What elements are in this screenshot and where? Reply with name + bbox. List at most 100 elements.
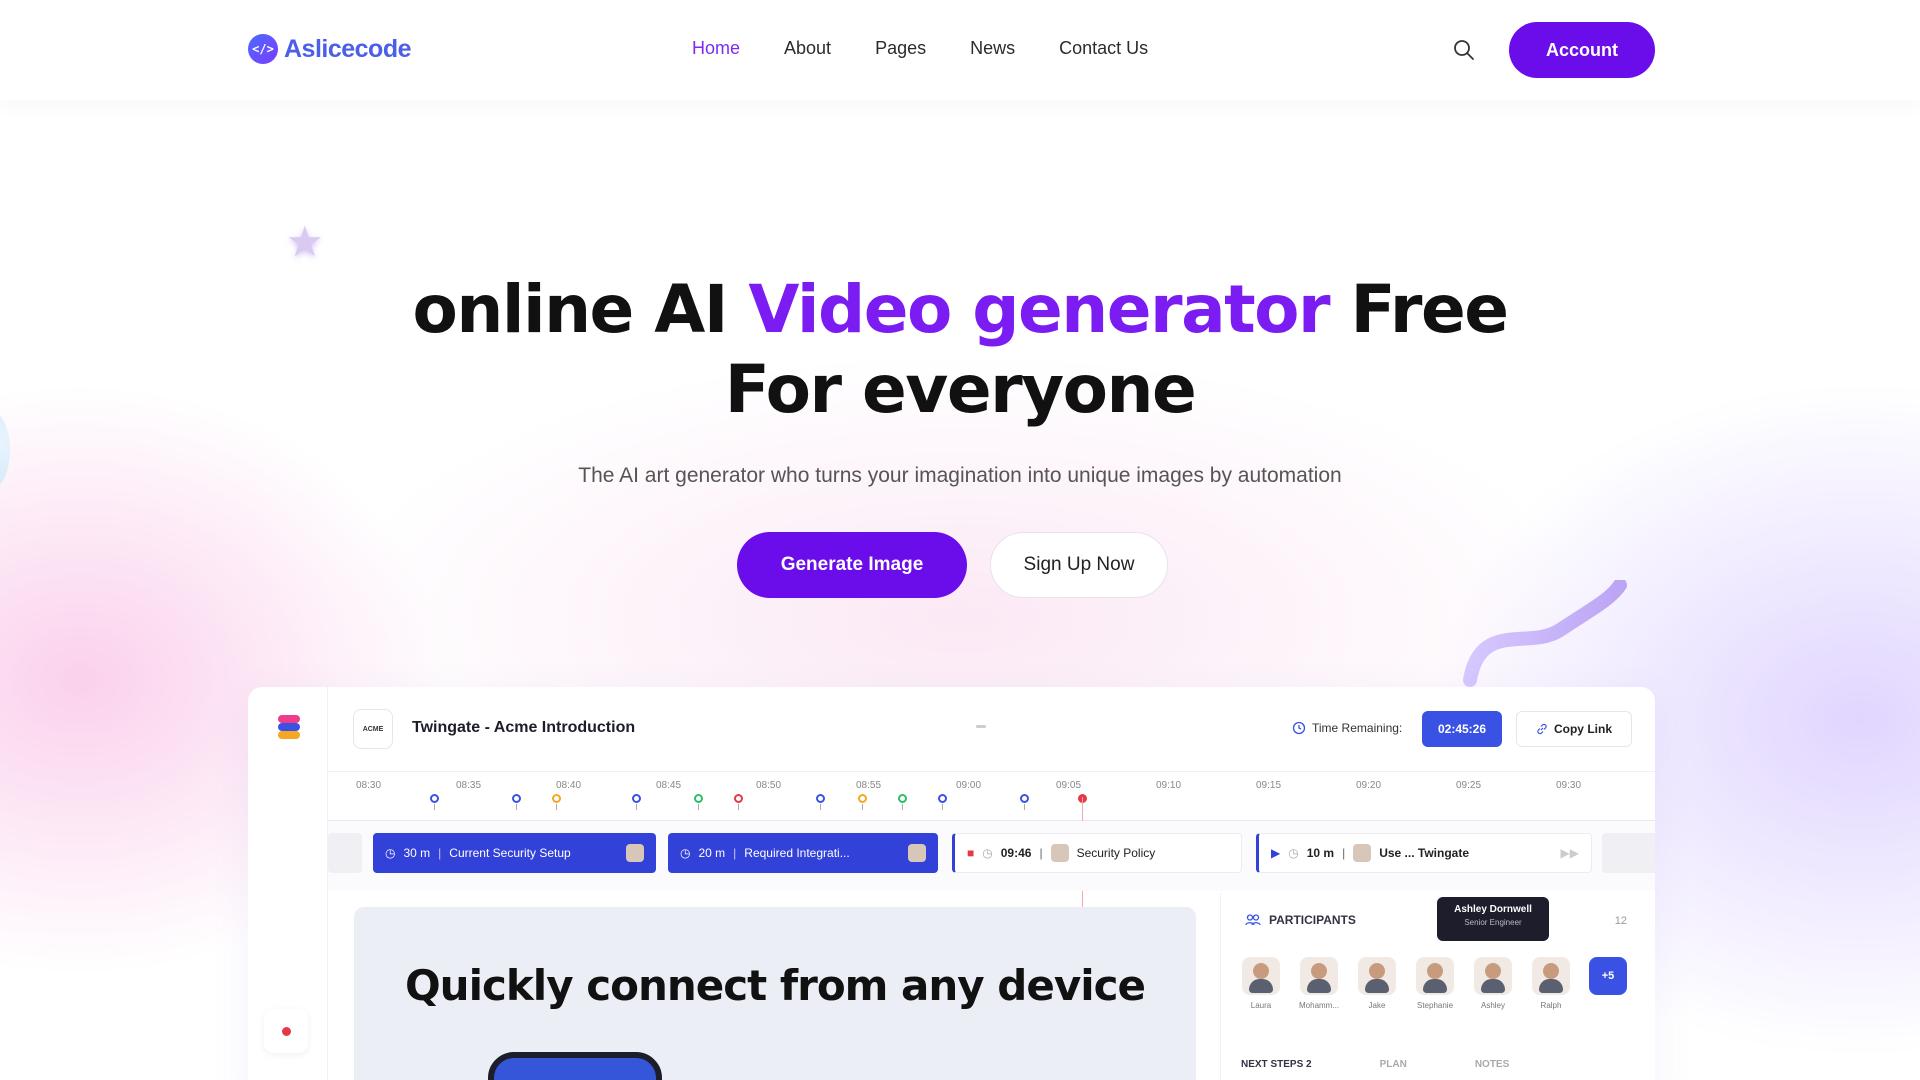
- agenda-segment[interactable]: ◷ 20 m | Required Integrati...: [668, 833, 938, 873]
- timeline-marker[interactable]: [552, 794, 561, 810]
- tick-label: 08:45: [656, 780, 682, 791]
- tick-label: 09:05: [1056, 780, 1082, 791]
- agenda-segment[interactable]: ▶ ◷ 10 m | Use ... Twingate ▶▶: [1256, 833, 1592, 873]
- participant-name: Ashley: [1480, 1001, 1505, 1010]
- timeline-ruler[interactable]: 08:30 08:35 08:40 08:45 08:50 08:55 09:0…: [328, 771, 1655, 821]
- more-participants-button[interactable]: +5: [1589, 957, 1627, 995]
- tick-label: 09:20: [1356, 780, 1382, 791]
- tick-label: 08:55: [856, 780, 882, 791]
- tab-notes[interactable]: NOTES: [1475, 1059, 1509, 1070]
- participant-name: Stephanie: [1416, 1001, 1454, 1010]
- avatar: [1242, 957, 1280, 995]
- nav-home[interactable]: Home: [692, 38, 740, 59]
- sign-up-button[interactable]: Sign Up Now: [990, 532, 1168, 598]
- more-dots-icon[interactable]: [976, 725, 986, 728]
- timeline-marker[interactable]: [734, 794, 743, 810]
- segment-placeholder: [328, 833, 362, 873]
- tick-label: 09:30: [1556, 780, 1582, 791]
- participant-tooltip: Ashley Dornwell Senior Engineer: [1437, 897, 1549, 941]
- timeline-marker[interactable]: [632, 794, 641, 810]
- segment-placeholder: [1602, 833, 1655, 873]
- time-remaining: Time Remaining:: [1292, 721, 1402, 735]
- content-heading: Quickly connect from any device: [404, 961, 1146, 1010]
- avatar: [1532, 957, 1570, 995]
- hero-subtitle: The AI art generator who turns your imag…: [578, 464, 1342, 487]
- nav-about[interactable]: About: [784, 38, 831, 59]
- tick-label: 09:10: [1156, 780, 1182, 791]
- timeline-marker[interactable]: [430, 794, 439, 810]
- hero-title: online AI Video generator Free For every…: [0, 270, 1920, 430]
- participants-title: PARTICIPANTS: [1269, 913, 1356, 927]
- timeline-marker[interactable]: [858, 794, 867, 810]
- avatar: [1300, 957, 1338, 995]
- participant[interactable]: Ashley: [1473, 957, 1513, 1010]
- dashboard-sidebar: [248, 687, 328, 1080]
- meeting-title: Twingate - Acme Introduction: [412, 719, 636, 736]
- link-icon: [1537, 723, 1547, 735]
- hero-title-part1: online AI: [412, 271, 749, 348]
- record-button[interactable]: [264, 1009, 308, 1053]
- timeline-marker[interactable]: [816, 794, 825, 810]
- clock-icon: ◷: [1288, 846, 1299, 860]
- timeline-marker[interactable]: [512, 794, 521, 810]
- fast-forward-icon[interactable]: ▶▶: [1561, 846, 1579, 860]
- copy-link-button[interactable]: Copy Link: [1516, 711, 1632, 747]
- participant[interactable]: Ralph: [1531, 957, 1571, 1010]
- segment-separator: |: [1342, 846, 1346, 860]
- brand-name: Aslicecode: [284, 34, 412, 63]
- participant-name: Jake: [1368, 1001, 1386, 1010]
- tick-label: 08:30: [356, 780, 382, 791]
- stop-icon[interactable]: ■: [967, 846, 974, 860]
- participant[interactable]: Stephanie: [1415, 957, 1455, 1010]
- next-steps-count: 2: [1306, 1059, 1312, 1070]
- participant[interactable]: Jake: [1357, 957, 1397, 1010]
- segment-separator: |: [438, 846, 442, 860]
- participant[interactable]: Laura: [1241, 957, 1281, 1010]
- segment-title: Required Integrati...: [744, 846, 850, 860]
- search-icon[interactable]: [1452, 38, 1476, 62]
- segment-title: Current Security Setup: [449, 846, 571, 860]
- participant[interactable]: Mohamm...: [1299, 957, 1339, 1010]
- play-icon[interactable]: ▶: [1271, 846, 1280, 860]
- phone-illustration: [488, 1052, 662, 1080]
- avatar: [908, 844, 926, 862]
- star-icon: ★: [286, 218, 324, 265]
- generate-image-button[interactable]: Generate Image: [737, 532, 967, 598]
- tooltip-name: Ashley Dornwell: [1454, 904, 1532, 915]
- hero-title-accent: Video generator: [748, 271, 1330, 348]
- avatar: [1050, 844, 1069, 862]
- segment-title: Use ... Twingate: [1379, 846, 1469, 860]
- nav-news[interactable]: News: [970, 38, 1015, 59]
- segment-duration: 20 m: [698, 846, 726, 860]
- agenda-segment[interactable]: ◷ 30 m | Current Security Setup: [373, 833, 656, 873]
- timeline-marker[interactable]: [1020, 794, 1029, 810]
- brand-logo[interactable]: </> Aslicecode: [248, 34, 412, 64]
- clock-icon: [1292, 721, 1306, 735]
- account-button[interactable]: Account: [1509, 22, 1655, 78]
- segment-duration: 30 m: [403, 846, 431, 860]
- hero-title-line2: For everyone: [724, 351, 1197, 428]
- nav-contact[interactable]: Contact Us: [1059, 38, 1148, 59]
- time-remaining-label: Time Remaining:: [1312, 721, 1403, 735]
- clock-icon: ◷: [680, 846, 691, 860]
- nav-pages[interactable]: Pages: [875, 38, 926, 59]
- segment-title: Security Policy: [1076, 846, 1156, 860]
- avatar: [626, 844, 644, 862]
- code-icon: </>: [248, 34, 278, 64]
- tooltip-role: Senior Engineer: [1464, 918, 1522, 927]
- participant-name: Ralph: [1540, 1001, 1562, 1010]
- segment-duration: 09:46: [1000, 846, 1032, 860]
- timeline-marker[interactable]: [938, 794, 947, 810]
- timeline-marker[interactable]: [694, 794, 703, 810]
- copy-link-label: Copy Link: [1553, 722, 1612, 736]
- tab-next-steps[interactable]: NEXT STEPS 2: [1241, 1059, 1312, 1070]
- tab-plan[interactable]: PLAN: [1380, 1059, 1407, 1070]
- participant-name: Laura: [1250, 1001, 1272, 1010]
- main-nav: Home About Pages News Contact Us: [692, 38, 1148, 59]
- swirl-decoration: [1463, 580, 1627, 687]
- company-badge: ACME: [353, 709, 393, 749]
- dashboard-preview: ACME Twingate - Acme Introduction Time R…: [248, 687, 1655, 1080]
- agenda-segment-active[interactable]: ■ ◷ 09:46 | Security Policy: [952, 833, 1242, 873]
- timeline-marker[interactable]: [898, 794, 907, 810]
- segment-duration: 10 m: [1306, 846, 1335, 860]
